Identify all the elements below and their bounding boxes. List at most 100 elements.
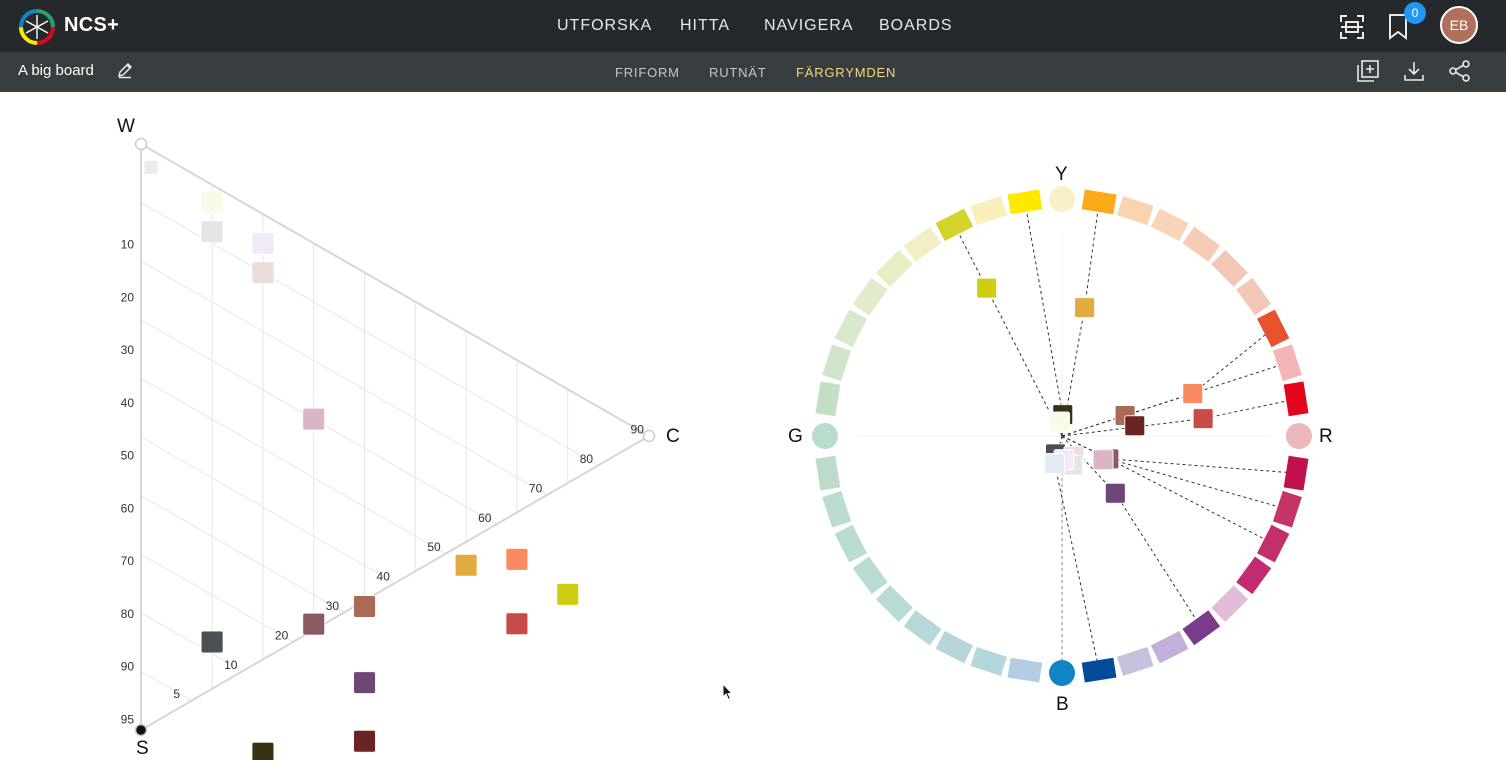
hue-segment[interactable] <box>815 455 841 491</box>
hue-dots <box>976 277 1214 504</box>
hue-color-dot[interactable] <box>1092 449 1114 471</box>
hue-pole-marker[interactable] <box>1049 660 1075 686</box>
hue-segment[interactable] <box>970 646 1008 676</box>
triangle-color-swatch[interactable] <box>302 407 326 431</box>
ncs-logo-icon[interactable] <box>18 8 56 46</box>
hue-segment[interactable] <box>935 208 974 242</box>
hue-connector-line <box>1061 362 1288 437</box>
download-icon[interactable] <box>1402 59 1426 83</box>
hue-segment[interactable] <box>1182 610 1221 646</box>
hue-segment[interactable] <box>1283 455 1309 491</box>
c-tick-label: 40 <box>377 570 391 584</box>
hue-color-dot[interactable] <box>976 277 998 299</box>
hue-segment[interactable] <box>822 490 852 528</box>
w-tick-label: 90 <box>121 660 135 674</box>
triangle-color-swatch[interactable] <box>353 729 377 753</box>
hue-segment[interactable] <box>1256 524 1290 563</box>
tab-friform[interactable]: FRIFORM <box>615 65 680 80</box>
hue-segment[interactable] <box>1007 657 1043 683</box>
top-navigation-bar: NCS+ UTFORSKA HITTA NAVIGERA BOARDS 0 EB <box>0 0 1506 52</box>
edit-pencil-icon[interactable] <box>116 61 134 79</box>
hue-segment[interactable] <box>852 277 888 316</box>
hue-pole-marker[interactable] <box>1049 186 1075 212</box>
hue-segment[interactable] <box>1283 381 1309 417</box>
w-tick-label: 50 <box>121 449 135 463</box>
triangle-color-swatch[interactable] <box>454 553 478 577</box>
hue-segment[interactable] <box>1081 657 1117 683</box>
w-tick-label: 60 <box>121 501 135 515</box>
hue-segment[interactable] <box>935 630 974 664</box>
tab-rutnat[interactable]: RUTNÄT <box>709 65 767 80</box>
hue-segment[interactable] <box>876 250 913 287</box>
w-tick-label: 95 <box>121 712 135 726</box>
hue-segment[interactable] <box>852 556 888 595</box>
hue-segment[interactable] <box>1211 585 1248 622</box>
hue-segment[interactable] <box>1236 277 1272 316</box>
hue-segment[interactable] <box>876 585 913 622</box>
hue-segment[interactable] <box>1116 646 1154 676</box>
triangle-color-swatch[interactable] <box>143 159 159 175</box>
hue-segment[interactable] <box>1211 250 1248 287</box>
nav-hitta[interactable]: HITTA <box>680 17 730 35</box>
nav-navigera[interactable]: NAVIGERA <box>764 17 854 35</box>
hue-segment[interactable] <box>1272 344 1302 382</box>
c-tick-label: 10 <box>224 658 238 672</box>
add-to-board-icon[interactable] <box>1356 59 1380 83</box>
hue-pole-marker[interactable] <box>812 423 838 449</box>
hue-segment[interactable] <box>903 226 942 262</box>
triangle-color-swatch[interactable] <box>200 190 224 214</box>
hue-segment[interactable] <box>1182 226 1221 262</box>
triangle-color-swatch[interactable] <box>200 220 224 244</box>
app-name[interactable]: NCS+ <box>64 14 119 37</box>
hue-color-dot[interactable] <box>1044 452 1066 474</box>
grid-line-blackness <box>140 436 396 584</box>
nav-utforska[interactable]: UTFORSKA <box>557 17 652 35</box>
hue-color-dot[interactable] <box>1074 297 1096 319</box>
hue-segment[interactable] <box>903 610 942 646</box>
triangle-color-swatch[interactable] <box>251 261 275 285</box>
hue-label-g: G <box>788 426 803 447</box>
hue-segment[interactable] <box>1150 208 1189 242</box>
blackness-tick-labels: 10 20 30 40 50 60 70 80 90 95 <box>121 238 135 727</box>
bookmark-count-badge: 0 <box>1404 2 1426 24</box>
triangle-color-swatch[interactable] <box>251 231 275 255</box>
hue-segment[interactable] <box>1236 556 1272 595</box>
triangle-color-swatch[interactable] <box>200 630 224 654</box>
hue-segment[interactable] <box>1150 630 1189 664</box>
hue-color-dot[interactable] <box>1049 411 1071 433</box>
scan-icon[interactable] <box>1338 13 1366 41</box>
nav-boards[interactable]: BOARDS <box>879 17 953 35</box>
hue-segment[interactable] <box>815 381 841 417</box>
hue-segment[interactable] <box>834 524 868 563</box>
hue-segment[interactable] <box>834 309 868 348</box>
hue-pole-marker[interactable] <box>1286 423 1312 449</box>
hue-connector-line <box>1061 328 1274 437</box>
hue-color-dot[interactable] <box>1104 482 1126 504</box>
hue-color-dot[interactable] <box>1182 383 1204 405</box>
board-title[interactable]: A big board <box>18 62 94 79</box>
hue-color-dot[interactable] <box>1192 408 1214 430</box>
grid-line-blackness <box>140 260 548 496</box>
corner-s-marker <box>134 723 148 737</box>
hue-segment[interactable] <box>1116 196 1154 226</box>
w-tick-label: 10 <box>121 238 135 252</box>
triangle-color-swatch[interactable] <box>505 547 529 571</box>
hue-segment[interactable] <box>1081 189 1117 215</box>
triangle-color-swatch[interactable] <box>251 741 275 760</box>
grid-line-blackness <box>140 670 193 702</box>
triangle-color-swatch[interactable] <box>302 612 326 636</box>
triangle-color-swatch[interactable] <box>505 612 529 636</box>
triangle-color-swatch[interactable] <box>556 582 580 606</box>
hue-color-dot[interactable] <box>1124 415 1146 437</box>
triangle-color-swatch[interactable] <box>353 671 377 695</box>
c-tick-label: 70 <box>529 481 543 495</box>
user-avatar[interactable]: EB <box>1440 6 1478 44</box>
hue-segment[interactable] <box>970 196 1008 226</box>
hue-segment[interactable] <box>1272 490 1302 528</box>
triangle-color-swatch[interactable] <box>353 595 377 618</box>
hue-segment[interactable] <box>822 344 852 382</box>
hue-segment[interactable] <box>1007 189 1043 215</box>
hue-segment[interactable] <box>1256 309 1290 348</box>
tab-fargrymden[interactable]: FÄRGRYMDEN <box>796 65 896 80</box>
share-icon[interactable] <box>1448 59 1472 83</box>
